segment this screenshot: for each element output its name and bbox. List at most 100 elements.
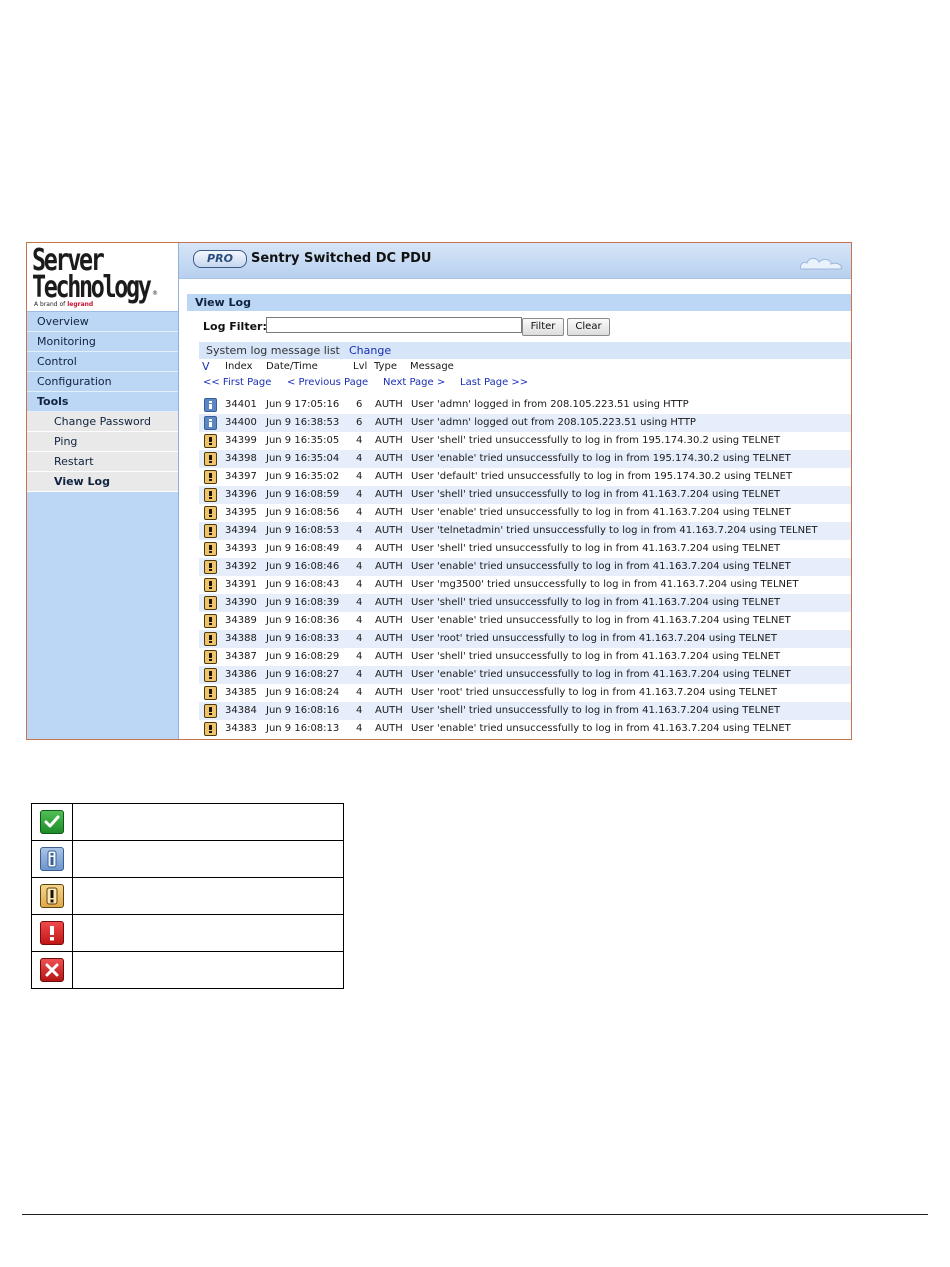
log-datetime-cell: Jun 9 16:08:59: [266, 489, 340, 500]
log-type-cell: AUTH: [375, 543, 403, 554]
legend-text: [72, 877, 344, 915]
log-filter-label: Log Filter:: [203, 320, 267, 333]
log-level-cell: 4: [356, 579, 363, 590]
server-technology-logo: Server Technology ® A brand of legrand: [27, 243, 178, 312]
warning-icon: [204, 650, 217, 664]
log-index-cell: 34399: [225, 435, 257, 446]
log-table-row: 34389 Jun 9 16:08:36 4 AUTH User 'enable' tr…: [199, 612, 851, 630]
log-message-cell: User 'enable' tried unsuccessfully to lo…: [411, 669, 791, 680]
warning-icon: [204, 452, 217, 466]
log-table-row: 34383 Jun 9 16:08:13 4 AUTH User 'enable' tr…: [199, 720, 851, 738]
brand-prefix: A brand of: [34, 301, 66, 308]
logo-brand-line: A brand of legrand: [34, 301, 93, 308]
last-page-link[interactable]: Last Page >>: [460, 375, 528, 391]
column-header-index: Index: [225, 361, 253, 372]
log-level-cell: 4: [356, 507, 363, 518]
footer-divider: [22, 1214, 928, 1215]
log-type-cell: AUTH: [375, 453, 403, 464]
legend-row: [31, 951, 344, 989]
log-type-cell: AUTH: [375, 507, 403, 518]
legend-row: [31, 877, 344, 915]
sidebar-item-overview[interactable]: Overview: [27, 312, 178, 332]
info-icon: [204, 416, 217, 430]
next-page-link[interactable]: Next Page >: [383, 375, 445, 391]
log-level-cell: 4: [356, 597, 363, 608]
legend-text: [72, 840, 344, 878]
log-message-cell: User 'shell' tried unsuccessfully to log…: [411, 651, 781, 662]
sidebar-subitem-ping[interactable]: Ping: [27, 432, 178, 452]
log-index-cell: 34396: [225, 489, 257, 500]
log-filter-input[interactable]: [266, 317, 522, 333]
cloud-decoration-icon: [800, 257, 842, 270]
log-table-row: 34388 Jun 9 16:08:33 4 AUTH User 'root' trie…: [199, 630, 851, 648]
log-datetime-cell: Jun 9 16:08:53: [266, 525, 340, 536]
log-type-cell: AUTH: [375, 417, 403, 428]
log-datetime-cell: Jun 9 16:08:36: [266, 615, 340, 626]
log-index-cell: 34393: [225, 543, 257, 554]
log-index-cell: 34386: [225, 669, 257, 680]
change-link[interactable]: Change: [349, 342, 391, 359]
log-table-row: 34399 Jun 9 16:35:05 4 AUTH User 'shell' tri…: [199, 432, 851, 450]
log-message-cell: User 'admn' logged out from 208.105.223.…: [411, 417, 696, 428]
ok-check-icon: [40, 810, 64, 834]
log-message-cell: User 'shell' tried unsuccessfully to log…: [411, 543, 781, 554]
log-index-cell: 34387: [225, 651, 257, 662]
log-table-row: 34392 Jun 9 16:08:46 4 AUTH User 'enable' tr…: [199, 558, 851, 576]
log-type-cell: AUTH: [375, 669, 403, 680]
sidebar-subitem-view-log[interactable]: View Log: [27, 472, 178, 492]
log-message-cell: User 'enable' tried unsuccessfully to lo…: [411, 561, 791, 572]
log-type-cell: AUTH: [375, 471, 403, 482]
log-index-cell: 34384: [225, 705, 257, 716]
log-index-cell: 34385: [225, 687, 257, 698]
warning-icon: [40, 884, 64, 908]
sidebar-item-configuration[interactable]: Configuration: [27, 372, 178, 392]
header-bar: PRO Sentry Switched DC PDU: [179, 243, 851, 279]
log-level-cell: 4: [356, 453, 363, 464]
log-type-cell: AUTH: [375, 687, 403, 698]
first-page-link[interactable]: << First Page: [203, 375, 271, 391]
log-message-cell: User 'admn' logged in from 208.105.223.5…: [411, 399, 689, 410]
log-table-row: 34384 Jun 9 16:08:16 4 AUTH User 'shell' tri…: [199, 702, 851, 720]
log-level-cell: 4: [356, 669, 363, 680]
log-datetime-cell: Jun 9 16:35:05: [266, 435, 340, 446]
log-table-row: 34400 Jun 9 16:38:53 6 AUTH User 'admn' logg…: [199, 414, 851, 432]
sidebar-item-tools[interactable]: Tools: [27, 392, 178, 412]
log-index-cell: 34389: [225, 615, 257, 626]
log-datetime-cell: Jun 9 16:08:33: [266, 633, 340, 644]
log-message-cell: User 'enable' tried unsuccessfully to lo…: [411, 723, 791, 734]
log-message-cell: User 'shell' tried unsuccessfully to log…: [411, 435, 781, 446]
sort-toggle-icon[interactable]: V: [202, 359, 210, 375]
sidebar-item-monitoring[interactable]: Monitoring: [27, 332, 178, 352]
log-level-cell: 4: [356, 543, 363, 554]
sidebar-subitem-restart[interactable]: Restart: [27, 452, 178, 472]
filter-button[interactable]: Filter: [522, 318, 564, 336]
log-message-cell: User 'mg3500' tried unsuccessfully to lo…: [411, 579, 799, 590]
log-table-row: 34390 Jun 9 16:08:39 4 AUTH User 'shell' tri…: [199, 594, 851, 612]
log-table-row: 34387 Jun 9 16:08:29 4 AUTH User 'shell' tri…: [199, 648, 851, 666]
error-exclamation-icon: [40, 921, 64, 945]
legend-text: [72, 914, 344, 952]
sidebar-subitem-change-password[interactable]: Change Password: [27, 412, 178, 432]
log-level-cell: 4: [356, 489, 363, 500]
log-level-cell: 4: [356, 651, 363, 662]
log-level-cell: 4: [356, 705, 363, 716]
warning-icon: [204, 434, 217, 448]
log-table-row: 34391 Jun 9 16:08:43 4 AUTH User 'mg3500' tr…: [199, 576, 851, 594]
log-table-header: V Index Date/Time Lvl Type Message: [199, 359, 851, 375]
log-message-cell: User 'shell' tried unsuccessfully to log…: [411, 489, 781, 500]
legend-row: [31, 803, 344, 841]
log-datetime-cell: Jun 9 16:08:56: [266, 507, 340, 518]
clear-button[interactable]: Clear: [567, 318, 610, 336]
log-datetime-cell: Jun 9 16:08:46: [266, 561, 340, 572]
warning-icon: [204, 632, 217, 646]
icon-legend-table: [31, 803, 344, 989]
sidebar-item-control[interactable]: Control: [27, 352, 178, 372]
log-level-cell: 4: [356, 525, 363, 536]
log-datetime-cell: Jun 9 16:08:39: [266, 597, 340, 608]
log-level-cell: 6: [356, 417, 363, 428]
warning-icon: [204, 470, 217, 484]
pro-badge-logo: PRO: [193, 250, 247, 268]
log-type-cell: AUTH: [375, 705, 403, 716]
previous-page-link[interactable]: < Previous Page: [287, 375, 368, 391]
log-index-cell: 34383: [225, 723, 257, 734]
